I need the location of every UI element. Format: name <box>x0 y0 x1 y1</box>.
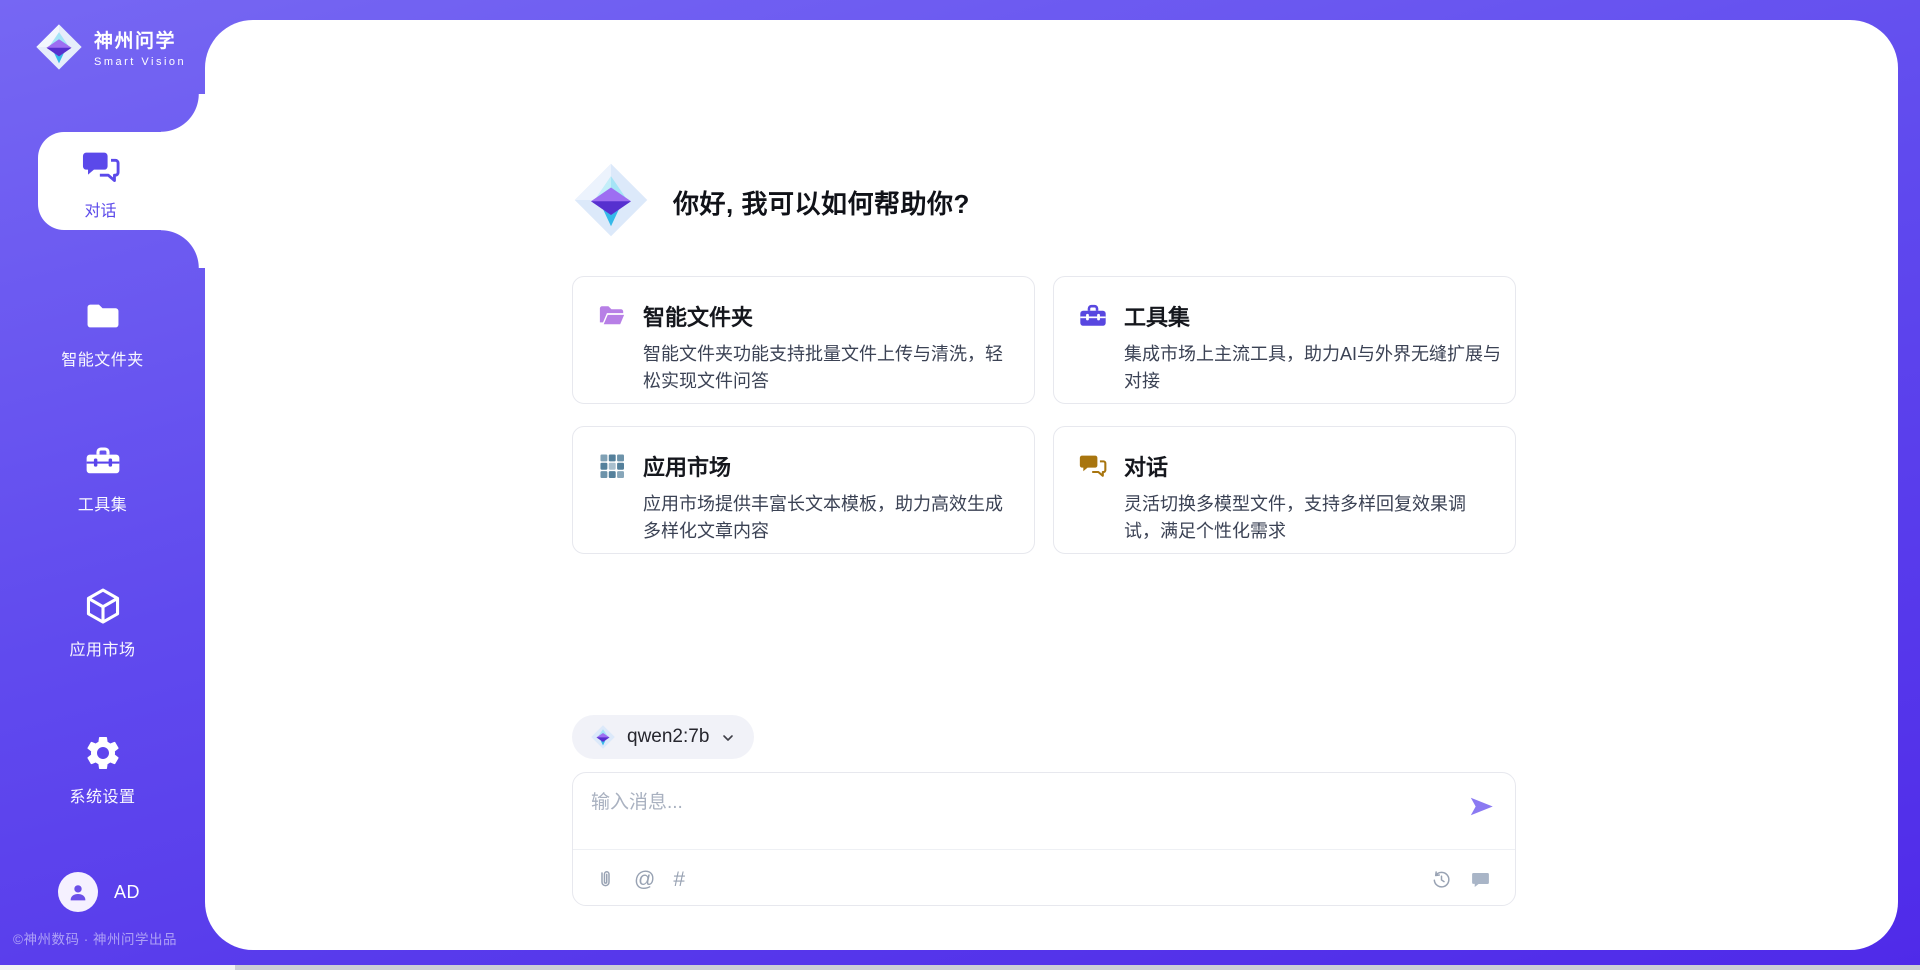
user-profile[interactable]: AD <box>58 872 140 912</box>
scrollbar-thumb[interactable] <box>0 965 235 970</box>
composer-tools-right <box>1431 869 1491 890</box>
sidebar-item-app-market[interactable]: 应用市场 <box>0 586 205 660</box>
brand-diamond-icon <box>34 22 84 72</box>
mention-icon[interactable]: @ <box>634 869 655 890</box>
horizontal-scrollbar[interactable] <box>0 965 1920 970</box>
attachment-icon[interactable] <box>595 869 616 890</box>
card-title: 智能文件夹 <box>643 300 753 332</box>
brand-name-en: Smart Vision <box>94 56 186 68</box>
folder-icon <box>0 296 205 336</box>
card-title: 对话 <box>1124 450 1168 482</box>
chevron-down-icon <box>720 730 736 746</box>
sidebar-item-label: 系统设置 <box>69 789 135 806</box>
sidebar: 神州问学 Smart Vision 对话 智能文件夹 <box>0 0 205 970</box>
sidebar-item-label: 应用市场 <box>69 642 135 659</box>
card-title: 工具集 <box>1124 300 1190 332</box>
model-name: qwen2:7b <box>627 726 709 748</box>
user-name: AD <box>114 882 140 903</box>
composer-divider <box>573 849 1515 850</box>
model-selector[interactable]: qwen2:7b <box>572 715 754 759</box>
greeting-block: 你好, 我可以如何帮助你? <box>571 160 970 245</box>
brand-diamond-logo-icon <box>571 160 651 245</box>
card-title: 应用市场 <box>643 450 731 482</box>
send-button[interactable] <box>1468 793 1495 820</box>
brand-name-cn: 神州问学 <box>94 26 186 53</box>
greeting-title: 你好, 我可以如何帮助你? <box>673 184 970 221</box>
brand-logo: 神州问学 Smart Vision <box>34 22 186 72</box>
card-smart-folder[interactable]: 智能文件夹 智能文件夹功能支持批量文件上传与清洗，轻松实现文件问答 <box>572 276 1035 404</box>
card-description: 应用市场提供丰富长文本模板，助力高效生成多样化文章内容 <box>643 491 1020 545</box>
open-folder-icon <box>597 301 627 331</box>
card-toolset[interactable]: 工具集 集成市场上主流工具，助力AI与外界无缝扩展与对接 <box>1053 276 1516 404</box>
hashtag-icon[interactable]: # <box>673 869 685 890</box>
copyright-footer: ©神州数码 · 神州问学出品 <box>13 928 177 948</box>
card-description: 智能文件夹功能支持批量文件上传与清洗，轻松实现文件问答 <box>643 341 1020 395</box>
chat-bubble-icon[interactable] <box>1470 869 1491 890</box>
message-input[interactable] <box>591 787 1451 843</box>
sidebar-item-label: 工具集 <box>78 497 128 514</box>
gear-icon <box>0 733 205 773</box>
person-icon <box>67 881 89 903</box>
toolbox-icon <box>0 441 205 481</box>
sidebar-item-settings[interactable]: 系统设置 <box>0 733 205 807</box>
sidebar-item-label: 智能文件夹 <box>61 352 144 369</box>
sidebar-item-label: 对话 <box>84 197 116 221</box>
cube-icon <box>0 586 205 626</box>
sidebar-item-smart-folder[interactable]: 智能文件夹 <box>0 296 205 370</box>
card-app-market[interactable]: 应用市场 应用市场提供丰富长文本模板，助力高效生成多样化文章内容 <box>572 426 1035 554</box>
chat-bubbles-icon <box>80 146 122 188</box>
card-description: 集成市场上主流工具，助力AI与外界无缝扩展与对接 <box>1124 341 1501 395</box>
feature-cards-grid: 智能文件夹 智能文件夹功能支持批量文件上传与清洗，轻松实现文件问答 工具集 集成… <box>572 276 1516 554</box>
message-composer: @ # <box>572 772 1516 906</box>
main-content-surface: 你好, 我可以如何帮助你? 智能文件夹 智能文件夹功能支持批量文件上传与清洗，轻… <box>205 20 1898 950</box>
app-grid-icon <box>597 451 627 481</box>
model-logo-icon <box>590 724 616 750</box>
chat-bubbles-icon <box>1078 451 1108 481</box>
history-icon[interactable] <box>1431 869 1452 890</box>
sidebar-item-chat[interactable]: 对话 <box>38 132 205 230</box>
sidebar-item-toolset[interactable]: 工具集 <box>0 441 205 515</box>
toolbox-icon <box>1078 301 1108 331</box>
card-chat[interactable]: 对话 灵活切换多模型文件，支持多样回复效果调试，满足个性化需求 <box>1053 426 1516 554</box>
card-description: 灵活切换多模型文件，支持多样回复效果调试，满足个性化需求 <box>1124 491 1501 545</box>
send-icon <box>1468 793 1495 820</box>
avatar <box>58 872 98 912</box>
composer-tools-left: @ # <box>595 869 685 890</box>
